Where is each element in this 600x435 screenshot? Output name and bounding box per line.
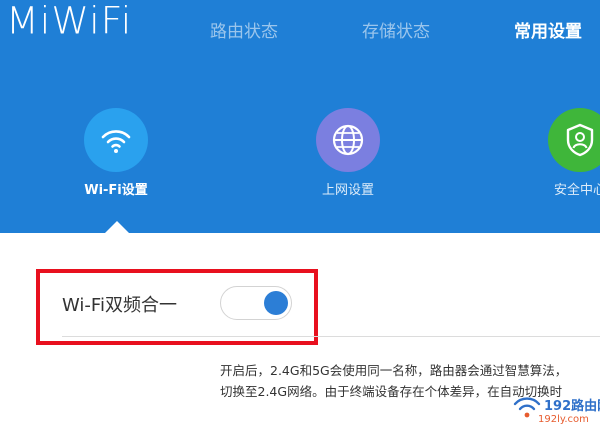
watermark-name: 192路由网 [544, 399, 600, 414]
tool-wifi-settings[interactable]: Wi-Fi设置 [71, 108, 161, 198]
miwifi-logo: MiWiFi [6, 0, 133, 43]
nav-common-settings[interactable]: 常用设置 [514, 17, 582, 42]
nav-router-status[interactable]: 路由状态 [210, 17, 278, 42]
watermark: 192路由网 192ly.com [512, 392, 600, 432]
shield-user-icon [548, 108, 600, 172]
watermark-url: 192ly.com [538, 414, 589, 425]
tool-wifi-label: Wi-Fi设置 [84, 183, 148, 198]
dual-band-label: Wi-Fi双频合一 [62, 295, 177, 316]
nav-storage-status[interactable]: 存储状态 [362, 17, 430, 42]
wifi-icon [84, 108, 148, 172]
dual-band-toggle[interactable] [220, 286, 292, 320]
tool-security-center[interactable]: 安全中心 [535, 108, 600, 198]
tool-net-label: 上网设置 [321, 183, 374, 198]
toggle-knob [264, 291, 288, 315]
active-tab-caret [104, 221, 130, 234]
tool-security-label: 安全中心 [553, 183, 600, 198]
description-line-1: 开启后，2.4G和5G会使用同一名称，路由器会通过智慧算法， [220, 363, 568, 378]
tool-internet-settings[interactable]: 上网设置 [303, 108, 393, 198]
globe-icon [316, 108, 380, 172]
divider [62, 336, 600, 337]
